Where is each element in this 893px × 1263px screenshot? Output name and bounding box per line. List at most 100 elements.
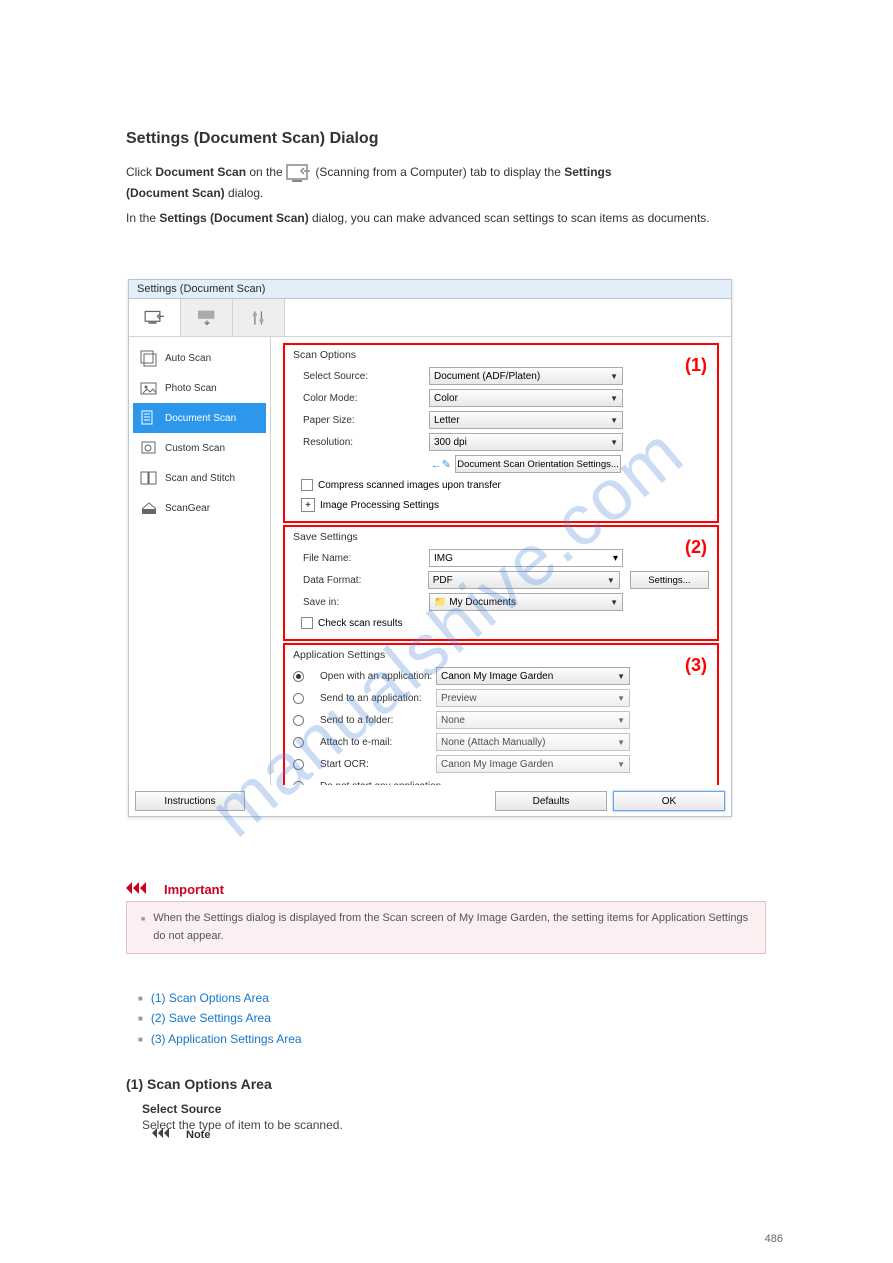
important-box: ■ When the Settings dialog is displayed f…	[126, 901, 766, 954]
select-source-dropdown[interactable]: Document (ADF/Platen)▼	[429, 367, 623, 385]
page-number: 486	[765, 1233, 783, 1245]
select-source-field-heading: Select Source	[142, 1102, 752, 1116]
defaults-button[interactable]: Defaults	[495, 791, 607, 811]
ocr-dropdown[interactable]: Canon My Image Garden▼	[436, 755, 630, 773]
sidebar: Auto Scan Photo Scan Document Scan Custo…	[129, 337, 271, 785]
attach-radio[interactable]	[293, 737, 304, 748]
orientation-settings-button[interactable]: Document Scan Orientation Settings...	[455, 455, 621, 473]
tab-sliders-icon[interactable]	[233, 299, 285, 336]
important-arrow-icon	[126, 885, 156, 897]
chevron-down-icon: ▼	[610, 372, 618, 381]
no-app-label: Do not start any application	[310, 781, 510, 786]
instructions-button[interactable]: Instructions	[135, 791, 245, 811]
expand-image-processing[interactable]: +	[301, 498, 315, 512]
format-settings-button[interactable]: Settings...	[630, 571, 709, 589]
section-number-1: (1)	[685, 355, 707, 376]
color-mode-label: Color Mode:	[293, 393, 429, 404]
photo-scan-icon	[139, 379, 159, 397]
chevron-down-icon: ▼	[610, 438, 618, 447]
sidebar-item-label: ScanGear	[165, 503, 210, 514]
resolution-dropdown[interactable]: 300 dpi▼	[429, 433, 623, 451]
open-dropdown[interactable]: Canon My Image Garden▼	[436, 667, 630, 685]
check-results-label: Check scan results	[318, 618, 402, 629]
page-title: Settings (Document Scan) Dialog	[126, 130, 766, 148]
document-scan-icon	[139, 409, 159, 427]
important-block: Important ■ When the Settings dialog is d…	[126, 882, 766, 954]
scangear-icon	[139, 499, 159, 517]
sidebar-document-scan[interactable]: Document Scan	[133, 403, 266, 433]
file-name-input[interactable]: IMG▾	[429, 549, 623, 567]
file-name-label: File Name:	[293, 553, 429, 564]
send-app-label: Send to an application:	[310, 693, 436, 704]
important-text: When the Settings dialog is displayed fr…	[153, 910, 751, 945]
scan-options-title: Scan Options	[293, 349, 709, 361]
sidebar-item-label: Scan and Stitch	[165, 473, 235, 484]
sidebar-photo-scan[interactable]: Photo Scan	[133, 373, 266, 403]
sidebar-item-label: Auto Scan	[165, 353, 211, 364]
chevron-down-icon: ▼	[610, 416, 618, 425]
dialog-footer: Instructions Defaults OK	[135, 789, 725, 813]
send-folder-label: Send to a folder:	[310, 715, 436, 726]
save-in-label: Save in:	[293, 597, 429, 608]
sidebar-item-label: Photo Scan	[165, 383, 217, 394]
sidebar-scangear[interactable]: ScanGear	[133, 493, 266, 523]
chevron-down-icon: ▼	[610, 598, 618, 607]
compress-label: Compress scanned images upon transfer	[318, 480, 501, 491]
select-source-label: Select Source:	[293, 371, 429, 382]
tab-strip	[129, 299, 731, 337]
send-folder-dropdown[interactable]: None▼	[436, 711, 630, 729]
note-heading: Note	[186, 1129, 210, 1141]
content-area: (1) Scan Options Select Source:Document …	[271, 337, 731, 785]
custom-scan-icon	[139, 439, 159, 457]
link-app-settings[interactable]: (3) Application Settings Area	[151, 1032, 302, 1046]
page-intro: Settings (Document Scan) Dialog Click Do…	[126, 130, 766, 228]
app-settings-section: (3) Application Settings Open with an ap…	[283, 643, 719, 785]
save-settings-title: Save Settings	[293, 531, 709, 543]
sidebar-item-label: Document Scan	[165, 413, 236, 424]
note-arrow-icon	[152, 1129, 178, 1141]
scan-stitch-icon	[139, 469, 159, 487]
no-app-radio[interactable]	[293, 781, 304, 786]
orientation-icon: ←✎	[429, 458, 455, 471]
app-settings-title: Application Settings	[293, 649, 709, 661]
tab-computer[interactable]	[129, 299, 181, 336]
auto-scan-icon	[139, 349, 159, 367]
square-bullet-icon: ■	[141, 914, 145, 945]
save-settings-section: (2) Save Settings File Name:IMG▾ Data Fo…	[283, 525, 719, 641]
paper-size-dropdown[interactable]: Letter▼	[429, 411, 623, 429]
send-folder-radio[interactable]	[293, 715, 304, 726]
note-block: Note	[152, 1128, 752, 1141]
open-radio[interactable]	[293, 671, 304, 682]
chevron-down-icon: ▼	[617, 694, 625, 703]
chevron-down-icon: ▼	[617, 738, 625, 747]
compress-checkbox[interactable]	[301, 479, 313, 491]
attach-dropdown[interactable]: None (Attach Manually)▼	[436, 733, 630, 751]
send-app-radio[interactable]	[293, 693, 304, 704]
save-in-dropdown[interactable]: 📁 My Documents▼	[429, 593, 623, 611]
attach-label: Attach to e-mail:	[310, 737, 436, 748]
chevron-down-icon: ▼	[610, 394, 618, 403]
sidebar-scan-stitch[interactable]: Scan and Stitch	[133, 463, 266, 493]
ok-button[interactable]: OK	[613, 791, 725, 811]
resolution-label: Resolution:	[293, 437, 429, 448]
ocr-radio[interactable]	[293, 759, 304, 770]
intro-p1: Click Document Scan on the (Scanning fro…	[126, 162, 766, 203]
dialog-title-bar: Settings (Document Scan)	[129, 280, 731, 299]
ocr-label: Start OCR:	[310, 759, 436, 770]
link-scan-options[interactable]: (1) Scan Options Area	[151, 991, 269, 1005]
color-mode-dropdown[interactable]: Color▼	[429, 389, 623, 407]
link-save-settings[interactable]: (2) Save Settings Area	[151, 1011, 271, 1025]
chevron-down-icon: ▼	[617, 760, 625, 769]
section-links: (1) Scan Options Area (2) Save Settings …	[126, 988, 766, 1049]
send-app-dropdown[interactable]: Preview▼	[436, 689, 630, 707]
sidebar-auto-scan[interactable]: Auto Scan	[133, 343, 266, 373]
chevron-down-icon: ▾	[613, 553, 618, 564]
image-processing-label: Image Processing Settings	[320, 500, 439, 511]
computer-tab-icon	[286, 162, 312, 184]
tab-scanner-down-icon[interactable]	[181, 299, 233, 336]
sidebar-custom-scan[interactable]: Custom Scan	[133, 433, 266, 463]
important-heading: Important	[164, 882, 224, 897]
data-format-dropdown[interactable]: PDF▼	[428, 571, 620, 589]
data-format-label: Data Format:	[293, 575, 428, 586]
check-results-checkbox[interactable]	[301, 617, 313, 629]
